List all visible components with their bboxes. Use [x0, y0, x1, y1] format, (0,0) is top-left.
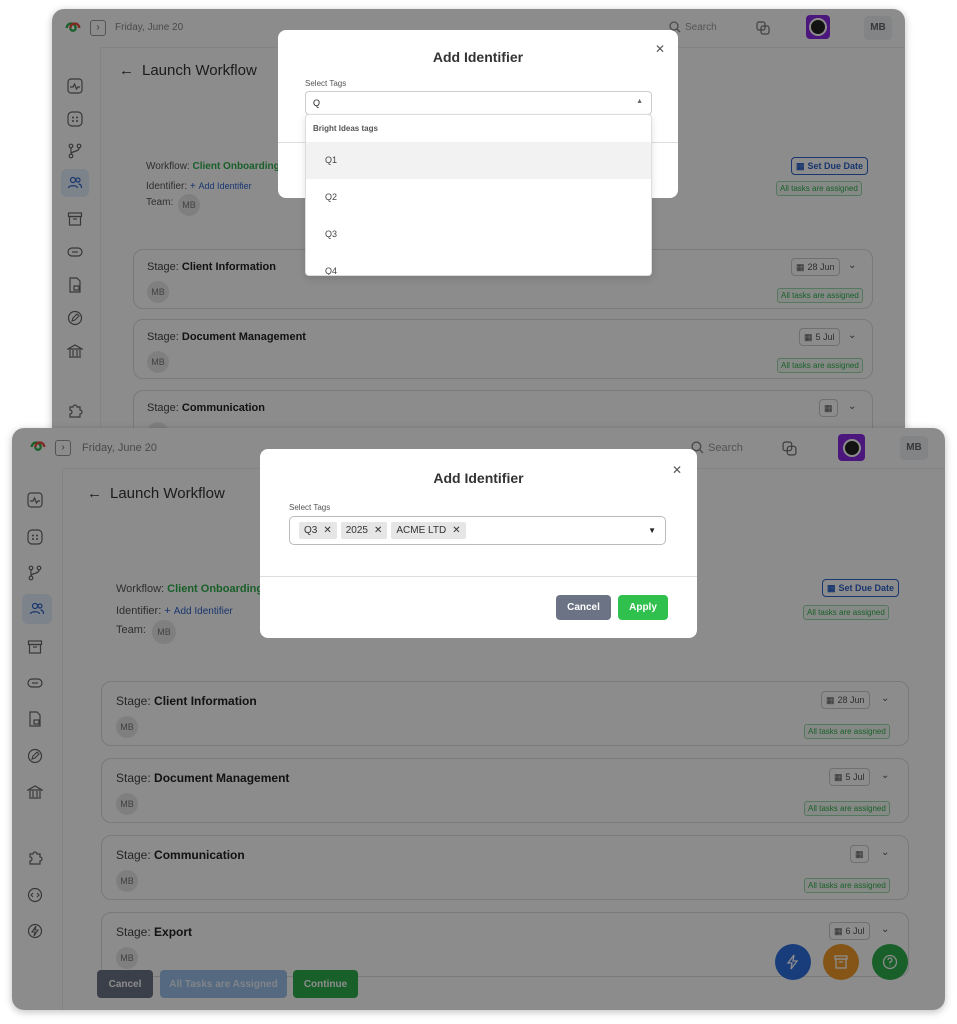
select-tags-label: Select Tags — [305, 79, 347, 88]
apply-button[interactable]: Apply — [618, 595, 668, 620]
tags-search-input[interactable]: Q — [313, 98, 320, 108]
tags-select[interactable]: Q3 ✕ 2025 ✕ ACME LTD ✕ ▼ — [289, 516, 666, 545]
modal-cancel-button[interactable]: Cancel — [556, 595, 611, 620]
app-window-top: › Friday, June 20 Search MB ← Launch Wor… — [52, 9, 905, 439]
close-icon[interactable]: ✕ — [655, 42, 665, 56]
dropdown-option[interactable]: Q3 — [306, 216, 651, 253]
tags-select[interactable]: Q ▲ — [305, 91, 652, 115]
chevron-up-icon[interactable]: ▲ — [636, 98, 643, 105]
dropdown-option[interactable]: Q2 — [306, 179, 651, 216]
modal-divider — [260, 576, 697, 577]
dropdown-group-label: Bright Ideas tags — [313, 124, 378, 133]
modal-title: Add Identifier — [432, 49, 524, 65]
modal-title: Add Identifier — [433, 470, 524, 486]
close-icon[interactable]: ✕ — [672, 463, 682, 477]
remove-tag-icon[interactable]: ✕ — [374, 525, 382, 536]
tags-dropdown: Bright Ideas tags Q1 Q2 Q3 Q4 — [305, 114, 652, 276]
remove-tag-icon[interactable]: ✕ — [452, 525, 460, 536]
app-window-bottom: › Friday, June 20 Search MB ← Launch Wor… — [12, 428, 945, 1010]
dropdown-option[interactable]: Q4 — [306, 253, 651, 275]
chevron-down-icon[interactable]: ▼ — [648, 526, 656, 535]
tag-chip: Q3 ✕ — [299, 522, 337, 539]
remove-tag-icon[interactable]: ✕ — [323, 525, 331, 536]
add-identifier-modal: Add Identifier ✕ Select Tags Q3 ✕ 2025 ✕ A… — [260, 449, 697, 638]
dropdown-option[interactable]: Q1 — [306, 142, 651, 179]
select-tags-label: Select Tags — [289, 503, 331, 512]
tag-chip: 2025 ✕ — [340, 522, 388, 539]
tag-chip: ACME LTD ✕ — [391, 522, 466, 539]
